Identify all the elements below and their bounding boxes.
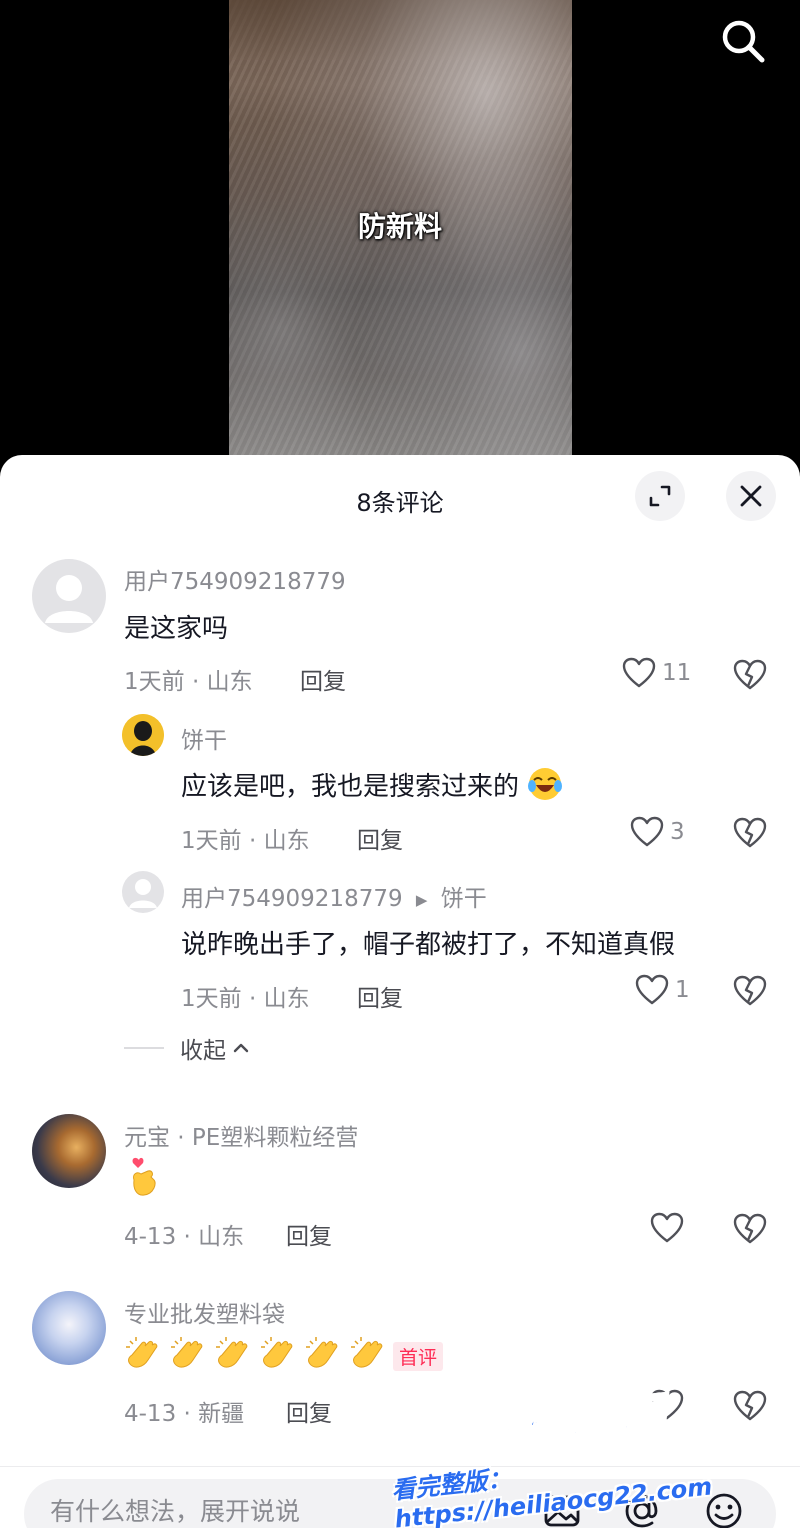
collapse-label: 收起 [180, 1038, 226, 1064]
reply-button[interactable]: 回复 [286, 1394, 332, 1428]
reply-username: 用户754909218779 ▶ 饼干 [181, 879, 487, 913]
video-player[interactable]: 防新料 [0, 0, 800, 470]
like-button[interactable]: 1 [635, 974, 690, 1006]
like-count: 3 [670, 819, 685, 845]
heart-icon [622, 657, 656, 688]
like-count: 11 [662, 660, 692, 686]
comment-username[interactable]: 用户754909218779 [124, 562, 346, 596]
search-button[interactable] [718, 16, 768, 66]
reply-arrow-icon: ▶ [415, 890, 428, 909]
broken-heart-icon [733, 975, 767, 1006]
heart-icon [650, 1212, 684, 1243]
clapping-hands-emoji [169, 1335, 207, 1377]
avatar[interactable] [122, 871, 164, 913]
expand-icon [649, 485, 671, 507]
comment-sheet: 8条评论 用户754909218779 是这家吗 1天前 · 山东 回复 11 [0, 455, 800, 1528]
avatar[interactable] [32, 559, 106, 633]
close-button[interactable] [726, 471, 776, 521]
default-user-icon [129, 879, 157, 908]
reply-meta: 1天前 · 山东 [181, 828, 310, 854]
heart-icon [630, 816, 664, 847]
like-button[interactable]: 3 [630, 816, 685, 848]
search-icon [722, 20, 765, 63]
comment-emoji-row: 首评 [124, 1335, 444, 1377]
default-user-icon [45, 575, 93, 623]
comment-meta: 4-13 · 山东 [124, 1224, 245, 1250]
comment-username[interactable]: 专业批发塑料袋 [124, 1295, 285, 1329]
silhouette-avatar-icon [122, 714, 164, 756]
dislike-button[interactable] [733, 975, 767, 1011]
like-button[interactable] [650, 1212, 684, 1244]
reply-text-content: 应该是吧，我也是搜索过来的 [181, 772, 520, 802]
divider-line [124, 1047, 164, 1049]
clapping-hands-emoji [259, 1335, 297, 1377]
broken-heart-icon [733, 1213, 767, 1244]
like-button[interactable]: 11 [622, 657, 691, 689]
expand-button[interactable] [635, 471, 685, 521]
reply-button[interactable]: 回复 [286, 1217, 332, 1251]
comment-text: 是这家吗 [124, 614, 229, 644]
reply-author[interactable]: 用户754909218779 [181, 886, 403, 912]
collapse-replies-button[interactable]: 收起 [124, 1031, 252, 1065]
chevron-up-icon [233, 1043, 249, 1053]
reply-meta: 1天前 · 山东 [181, 986, 310, 1012]
reply-button[interactable]: 回复 [357, 821, 403, 855]
reply-button[interactable]: 回复 [357, 979, 403, 1013]
like-count: 1 [675, 977, 690, 1003]
reply-text: 说昨晚出手了，帽子都被打了，不知道真假 [181, 930, 676, 960]
laughing-crying-emoji [527, 766, 563, 809]
avatar[interactable] [122, 714, 164, 756]
first-comment-badge: 首评 [393, 1341, 444, 1371]
comment-username[interactable]: 元宝 · PE塑料颗粒经营 [124, 1118, 358, 1152]
broken-heart-icon [733, 659, 767, 690]
comment-meta: 1天前 · 山东 [124, 669, 253, 695]
clapping-hands-emoji [349, 1335, 387, 1377]
broken-heart-icon [733, 817, 767, 848]
dislike-button[interactable] [733, 659, 767, 695]
clapping-hands-emoji [124, 1335, 162, 1377]
reply-username[interactable]: 饼干 [181, 721, 227, 755]
clapping-hands-emoji [214, 1335, 252, 1377]
dislike-button[interactable] [733, 817, 767, 853]
dislike-button[interactable] [733, 1213, 767, 1249]
avatar[interactable] [32, 1114, 106, 1188]
reply-text: 应该是吧，我也是搜索过来的 [181, 766, 563, 809]
reply-to-user[interactable]: 饼干 [441, 886, 487, 912]
avatar[interactable] [32, 1291, 106, 1365]
heart-icon [635, 974, 669, 1005]
reply-button[interactable]: 回复 [300, 662, 346, 696]
clapping-hands-emoji [304, 1335, 342, 1377]
video-caption: 防新料 [357, 210, 442, 243]
close-icon [740, 485, 762, 507]
comment-meta: 4-13 · 新疆 [124, 1401, 245, 1427]
finger-heart-emoji [124, 1156, 164, 1202]
